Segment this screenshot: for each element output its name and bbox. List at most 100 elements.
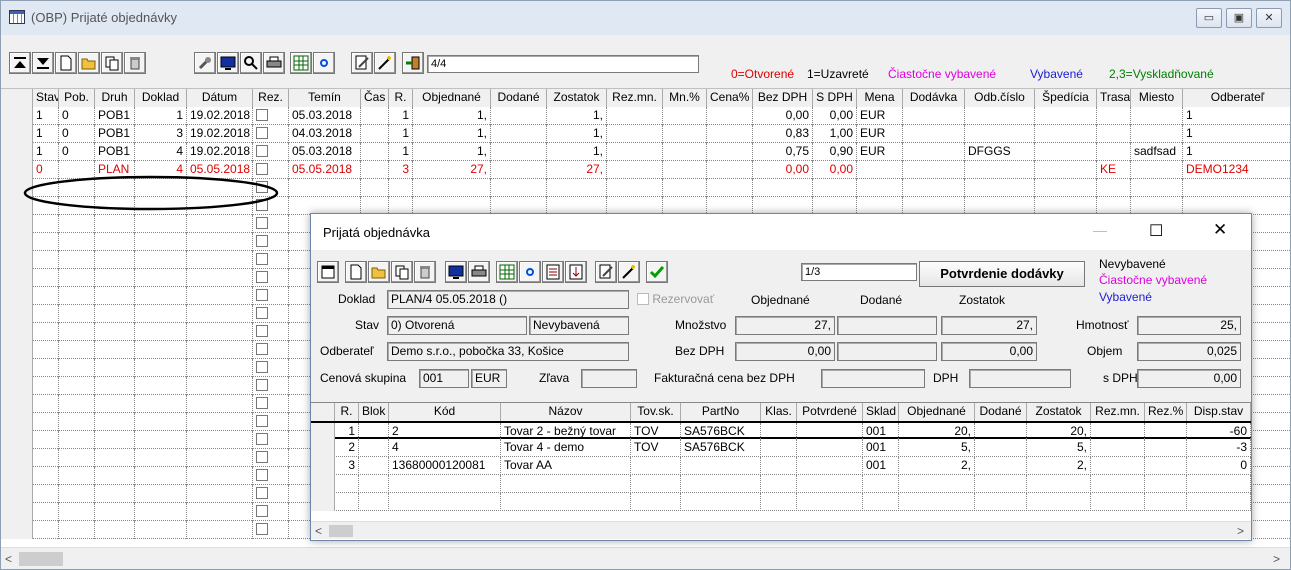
row-selector[interactable] xyxy=(1,359,33,377)
reserve-checkbox[interactable] xyxy=(256,108,268,121)
reserve-checkbox[interactable] xyxy=(256,342,268,355)
dialog-confirm-check-icon[interactable] xyxy=(646,261,668,283)
column-header[interactable]: Mena xyxy=(857,89,903,107)
dialog-print-icon[interactable] xyxy=(468,261,490,283)
column-header[interactable]: S DPH xyxy=(813,89,857,107)
copy-icon[interactable] xyxy=(101,52,123,74)
row-selector[interactable] xyxy=(1,467,33,485)
dialog-trash-icon[interactable] xyxy=(414,261,436,283)
first-record-icon[interactable] xyxy=(9,52,31,74)
magic-wand-icon[interactable] xyxy=(374,52,396,74)
items-column-header[interactable]: Kód xyxy=(389,403,501,421)
row-selector[interactable] xyxy=(1,305,33,323)
row-selector[interactable] xyxy=(1,233,33,251)
items-scroll-left-icon[interactable]: < xyxy=(315,524,322,538)
row-selector[interactable] xyxy=(1,125,33,143)
close-button[interactable]: ✕ xyxy=(1256,8,1282,28)
column-header[interactable]: Dodávka xyxy=(903,89,965,107)
row-selector[interactable] xyxy=(1,431,33,449)
maximize-button[interactable]: ▣ xyxy=(1226,8,1252,28)
reserve-checkbox[interactable] xyxy=(256,216,268,229)
reserve-checkbox[interactable] xyxy=(256,396,268,409)
column-header[interactable]: Dátum xyxy=(187,89,253,107)
item-row-selector[interactable] xyxy=(311,493,335,511)
reserve-checkbox[interactable] xyxy=(256,288,268,301)
row-selector[interactable] xyxy=(1,377,33,395)
last-record-icon[interactable] xyxy=(32,52,54,74)
confirm-delivery-button[interactable]: Potvrdenie dodávky xyxy=(919,261,1085,287)
column-header[interactable]: R. xyxy=(389,89,413,107)
scroll-thumb[interactable] xyxy=(19,552,63,566)
row-selector[interactable] xyxy=(1,251,33,269)
order-items-grid[interactable]: R. Blok Kód Názov Tov.sk. PartNo Klas. Potvrden… xyxy=(311,402,1251,540)
row-selector[interactable] xyxy=(1,215,33,233)
table-row[interactable]: 1 0 POB1 4 19.02.2018 05.03.2018 1 1, 1, 0,75 0,90… xyxy=(1,143,1290,161)
item-row[interactable]: 2 4 Tovar 4 - demo TOV SA576BCK 001 5, 5, -3 xyxy=(311,439,1251,457)
reserve-checkbox[interactable] xyxy=(256,234,268,247)
row-selector[interactable] xyxy=(1,107,33,125)
column-header[interactable]: Temín xyxy=(289,89,361,107)
dialog-close-icon[interactable]: ✕ xyxy=(1213,220,1227,240)
items-column-header[interactable]: Tov.sk. xyxy=(631,403,681,421)
row-selector[interactable] xyxy=(1,269,33,287)
reserve-checkbox[interactable] xyxy=(256,252,268,265)
column-header[interactable]: Mn.% xyxy=(663,89,707,107)
row-selector[interactable] xyxy=(1,449,33,467)
items-column-header[interactable]: Názov xyxy=(501,403,631,421)
column-header[interactable]: Miesto xyxy=(1131,89,1183,107)
dialog-dot-icon[interactable] xyxy=(519,261,541,283)
column-header[interactable]: Bez DPH xyxy=(753,89,813,107)
row-selector[interactable] xyxy=(1,287,33,305)
column-header[interactable]: Zostatok xyxy=(547,89,607,107)
search-icon[interactable] xyxy=(240,52,262,74)
dialog-minimize-icon[interactable]: — xyxy=(1093,222,1107,238)
dialog-edit-icon[interactable] xyxy=(595,261,617,283)
item-row[interactable]: 1 2 Tovar 2 - bežný tovar TOV SA576BCK 001 20,… xyxy=(311,421,1251,441)
reserve-checkbox[interactable] xyxy=(256,324,268,337)
row-selector[interactable] xyxy=(1,521,33,539)
reserve-checkbox[interactable] xyxy=(256,360,268,373)
dialog-maximize-icon[interactable]: ☐ xyxy=(1149,221,1163,241)
column-header[interactable]: Stav xyxy=(33,89,59,107)
print-icon[interactable] xyxy=(263,52,285,74)
item-row-selector[interactable] xyxy=(311,475,335,493)
edit-document-icon[interactable] xyxy=(351,52,373,74)
items-horizontal-scrollbar[interactable]: < > xyxy=(311,521,1251,539)
items-column-header[interactable]: R. xyxy=(335,403,359,421)
items-column-header[interactable]: Klas. xyxy=(761,403,797,421)
items-scroll-thumb[interactable] xyxy=(329,525,353,537)
dialog-calendar-icon[interactable] xyxy=(317,261,339,283)
items-column-header[interactable]: Objednané xyxy=(899,403,975,421)
row-selector[interactable] xyxy=(1,485,33,503)
reserve-checkbox[interactable] xyxy=(256,486,268,499)
reserve-checkbox[interactable] xyxy=(256,270,268,283)
column-header[interactable]: Odb.číslo xyxy=(965,89,1035,107)
reserve-checkbox[interactable] xyxy=(256,504,268,517)
table-row[interactable]: 1 0 POB1 3 19.02.2018 04.03.2018 1 1, 1, 0,83 1,00… xyxy=(1,125,1290,143)
table-row[interactable]: 1 0 POB1 1 19.02.2018 05.03.2018 1 1, 1, 0,00 0,00… xyxy=(1,107,1290,125)
items-column-header[interactable]: Rez.% xyxy=(1145,403,1187,421)
wrench-icon[interactable] xyxy=(194,52,216,74)
open-folder-icon[interactable] xyxy=(78,52,100,74)
items-column-header[interactable]: Rez.mn. xyxy=(1091,403,1145,421)
dialog-export-icon[interactable] xyxy=(565,261,587,283)
reserve-checkbox[interactable] xyxy=(256,414,268,427)
items-column-header[interactable]: Dodané xyxy=(975,403,1027,421)
reserve-checkbox[interactable] xyxy=(256,144,268,157)
minimize-button[interactable]: ▭ xyxy=(1196,8,1222,28)
row-selector[interactable] xyxy=(1,143,33,161)
monitor-icon[interactable] xyxy=(217,52,239,74)
column-header[interactable]: Cena% xyxy=(707,89,753,107)
empty-item-row[interactable] xyxy=(311,493,1251,511)
items-column-header[interactable]: Disp.stav xyxy=(1187,403,1251,421)
items-scroll-right-icon[interactable]: > xyxy=(1237,524,1244,538)
item-row-selector[interactable] xyxy=(311,439,335,457)
row-selector[interactable] xyxy=(1,413,33,431)
column-header[interactable]: Trasa xyxy=(1097,89,1131,107)
column-header[interactable]: Pob. xyxy=(59,89,95,107)
items-column-header[interactable]: Potvrdené xyxy=(797,403,863,421)
items-column-header[interactable]: PartNo xyxy=(681,403,761,421)
row-selector[interactable] xyxy=(1,503,33,521)
dialog-wand-icon[interactable] xyxy=(618,261,640,283)
table-grid-icon[interactable] xyxy=(290,52,312,74)
